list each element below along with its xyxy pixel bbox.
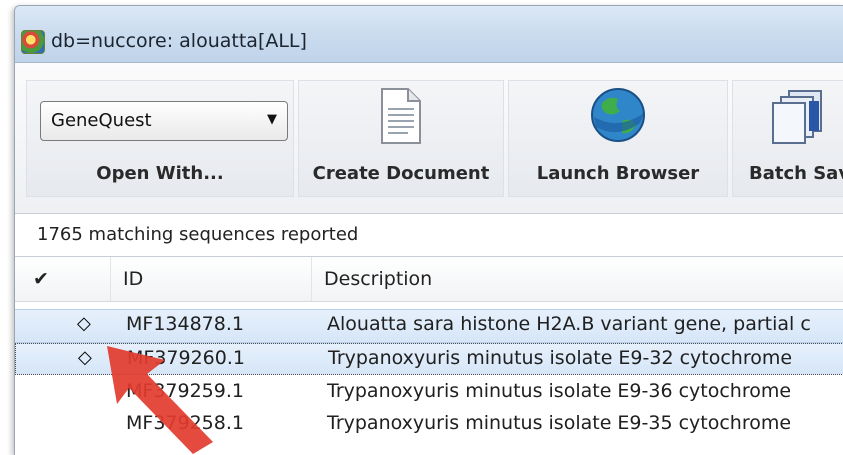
- open-with-label[interactable]: Open With...: [27, 163, 293, 184]
- table-row[interactable]: ◇ MF134878.1 Alouatta sara histone H2A.B…: [15, 309, 843, 343]
- column-header-description[interactable]: Description: [312, 257, 843, 301]
- application-window: db=nuccore: alouatta[ALL] GeneQuest ▼ Op…: [14, 5, 843, 455]
- table-row[interactable]: ◇ MF379260.1 Trypanoxyuris minutus isola…: [15, 343, 843, 375]
- row-description: Alouatta sara histone H2A.B variant gene…: [327, 313, 811, 335]
- table-row[interactable]: MF379259.1 Trypanoxyuris minutus isolate…: [15, 377, 843, 409]
- open-with-selected: GeneQuest: [51, 110, 152, 131]
- row-marker-icon: ◇: [78, 347, 92, 368]
- row-id: MF379258.1: [126, 412, 244, 434]
- row-description: Trypanoxyuris minutus isolate E9-35 cyto…: [327, 412, 792, 434]
- chevron-down-icon: ▼: [267, 112, 277, 127]
- results-table: ✔ ID Description ◇ MF134878.1 Alouatta s…: [15, 257, 843, 455]
- batch-save-icon: [772, 90, 822, 144]
- launch-browser-label: Launch Browser: [536, 163, 700, 184]
- sequence-app-icon: [21, 30, 45, 54]
- column-header-check[interactable]: ✔: [15, 257, 111, 301]
- launch-browser-button[interactable]: Launch Browser: [508, 80, 728, 197]
- row-id: MF379259.1: [126, 380, 244, 402]
- row-description: Trypanoxyuris minutus isolate E9-32 cyto…: [328, 347, 793, 369]
- create-document-label: Create Document: [312, 163, 490, 184]
- row-description: Trypanoxyuris minutus isolate E9-36 cyto…: [327, 380, 792, 402]
- batch-save-button[interactable]: Batch Sav: [732, 80, 843, 197]
- row-id: MF379260.1: [127, 347, 245, 369]
- open-with-group: GeneQuest ▼ Open With...: [26, 80, 294, 197]
- row-marker-icon: ◇: [77, 313, 91, 334]
- window-title: db=nuccore: alouatta[ALL]: [51, 30, 307, 52]
- row-id: MF134878.1: [126, 313, 244, 335]
- table-header: ✔ ID Description: [15, 257, 843, 302]
- table-row[interactable]: MF379258.1 Trypanoxyuris minutus isolate…: [15, 409, 843, 441]
- create-document-button[interactable]: Create Document: [298, 80, 504, 197]
- column-header-id[interactable]: ID: [111, 257, 312, 301]
- result-count: 1765 matching sequences reported: [37, 224, 359, 245]
- toolbar: GeneQuest ▼ Open With... Create Document: [15, 63, 843, 214]
- batch-save-label: Batch Sav: [749, 163, 843, 184]
- globe-icon: [591, 88, 645, 142]
- open-with-select[interactable]: GeneQuest ▼: [40, 101, 288, 141]
- column-header-description-label: Description: [324, 268, 433, 290]
- checkmark-icon: ✔: [33, 268, 49, 290]
- column-header-id-label: ID: [123, 268, 144, 290]
- document-icon: [381, 88, 421, 144]
- status-bar: 1765 matching sequences reported: [15, 214, 843, 257]
- title-bar[interactable]: db=nuccore: alouatta[ALL]: [15, 6, 843, 63]
